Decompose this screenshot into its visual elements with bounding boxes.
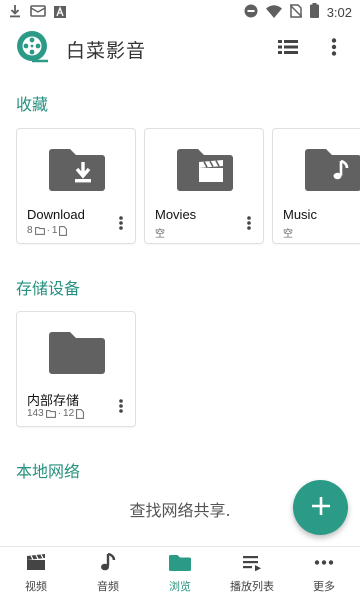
file-count-icon [59,225,68,236]
app-notification-icon [54,3,66,22]
file-count-icon [76,408,85,419]
storage-row: 内部存储 143 · 12 [16,311,136,427]
mail-notification-icon [30,3,46,22]
favorite-meta: 空 [155,229,165,240]
nav-item-playlist[interactable]: 播放列表 [216,547,288,600]
playlist-icon [242,554,262,575]
favorite-card-music[interactable]: Music 空 [272,128,360,244]
add-fab-button[interactable] [293,480,348,535]
nav-label: 视频 [25,579,47,593]
section-title-network: 本地网络 [16,462,81,481]
music-icon [100,552,116,575]
storage-card-internal[interactable]: 内部存储 143 · 12 [16,311,136,427]
folder-count-icon [34,226,45,235]
download-folder-icon [49,147,105,195]
music-folder-icon [305,147,360,195]
nav-label: 音频 [97,580,119,593]
favorite-card-movies[interactable]: Movies 空 [144,128,264,244]
plus-icon [311,496,331,520]
nav-item-browse[interactable]: 浏览 [144,547,216,600]
app-bar: 白菜影音 [0,24,360,74]
wifi-icon [265,3,282,22]
list-view-button[interactable] [270,31,306,67]
bottom-navigation: 视频 音频 浏览 播放列表 更多 [0,546,360,600]
more-horizontal-icon [314,554,334,575]
storage-meta: 143 · 12 [27,408,85,419]
movies-folder-icon [177,147,233,195]
status-bar: 3:02 [0,0,360,24]
favorite-more-button[interactable] [241,213,257,233]
favorite-name: Download [27,207,85,222]
more-vertical-icon [119,216,123,230]
favorite-card-download[interactable]: Download 8 · 1 [16,128,136,244]
video-icon [26,553,46,575]
more-vertical-icon [331,38,337,60]
more-vertical-icon [247,216,251,230]
status-time: 3:02 [326,4,352,20]
battery-icon [309,2,319,22]
favorite-meta: 空 [283,229,293,240]
folder-icon [49,330,105,378]
nav-label: 更多 [313,579,335,593]
nav-item-video[interactable]: 视频 [0,547,72,600]
folder-icon [169,554,191,575]
do-not-disturb-icon [244,3,258,22]
favorite-name: Movies [155,207,197,222]
section-title-favorites: 收藏 [16,95,49,114]
download-notification-icon [8,3,22,22]
nav-label: 浏览 [169,579,191,593]
more-vertical-icon [119,399,123,413]
favorite-name: Music [283,207,317,222]
app-logo-icon [16,30,50,68]
favorites-row: Download 8 · 1 Movies 空 Music 空 [16,128,360,244]
no-sim-icon [289,3,303,22]
storage-more-button[interactable] [113,396,129,416]
overflow-menu-button[interactable] [316,31,352,67]
list-view-icon [278,39,298,59]
section-title-storage: 存储设备 [16,279,81,298]
folder-count-icon [45,409,56,418]
storage-name: 内部存储 [27,393,80,408]
favorite-more-button[interactable] [113,213,129,233]
favorite-meta: 8 · 1 [27,225,68,236]
nav-item-more[interactable]: 更多 [288,547,360,600]
nav-item-audio[interactable]: 音频 [72,547,144,600]
nav-label: 播放列表 [230,579,274,593]
app-title: 白菜影音 [66,39,147,62]
